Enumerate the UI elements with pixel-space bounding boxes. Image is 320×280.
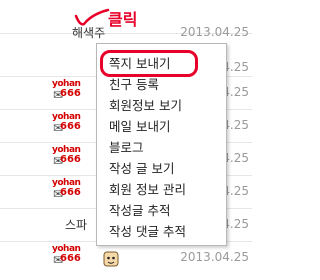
menu-item-send-mail[interactable]: 메일 보내기 (109, 118, 170, 135)
member-logo-number: 666 (60, 253, 81, 264)
member-logo-number: 666 (60, 121, 81, 132)
member-logo-number: 666 (60, 154, 81, 165)
menu-item-add-friend[interactable]: 친구 등록 (109, 76, 159, 93)
click-annotation-label: 클릭 (108, 10, 138, 29)
post-date: 2013.04.25 (180, 25, 249, 39)
menu-item-view-member-info[interactable]: 회원정보 보기 (109, 97, 182, 114)
menu-item-manage-member-info[interactable]: 회원 정보 관리 (109, 181, 186, 198)
menu-item-view-posts[interactable]: 작성 글 보기 (109, 160, 174, 177)
menu-item-blog[interactable]: 블로그 (109, 139, 144, 156)
author-name[interactable]: 스파 (65, 216, 87, 233)
menu-item-track-posts[interactable]: 작성글 추적 (109, 202, 170, 219)
check-mark-annotation (74, 8, 110, 26)
post-date: 2013.04.25 (180, 250, 249, 264)
member-logo-number: 666 (60, 88, 81, 99)
avatar-icon (103, 251, 119, 267)
menu-item-track-comments[interactable]: 작성 댓글 추적 (109, 223, 186, 240)
highlight-annotation (100, 50, 198, 77)
member-logo-number: 666 (60, 187, 81, 198)
